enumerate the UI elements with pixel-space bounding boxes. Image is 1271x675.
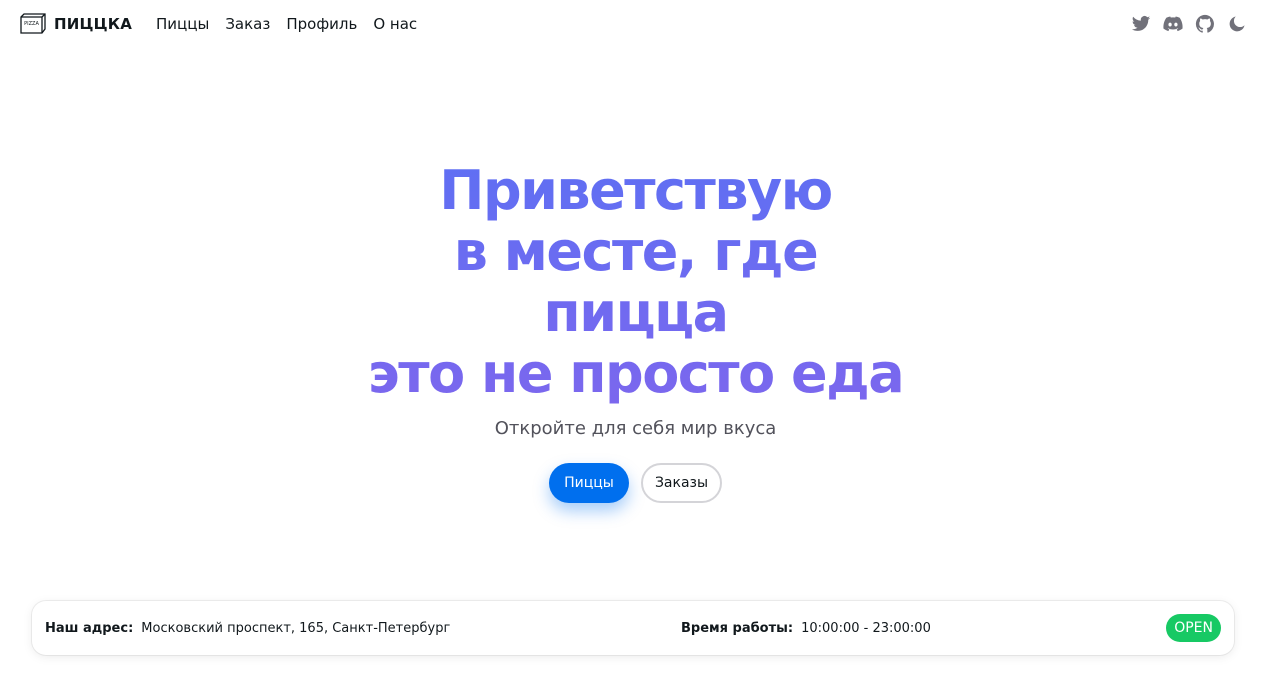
discord-icon[interactable] (1163, 14, 1183, 34)
navbar: PIZZA ПИЦЦКА Пиццы Заказ Профиль О нас (0, 0, 1271, 47)
hero-title: Приветствую в месте, где пицца это не пр… (368, 160, 903, 404)
twitter-icon[interactable] (1131, 14, 1151, 34)
address-value: Московский проспект, 165, Санкт-Петербур… (141, 620, 451, 636)
nav-link-about[interactable]: О нас (373, 15, 417, 33)
hero-title-line: Приветствую (439, 159, 832, 222)
info-card: Наш адрес: Московский проспект, 165, Сан… (32, 601, 1234, 655)
nav-links: Пиццы Заказ Профиль О нас (156, 15, 417, 33)
logo-text: PIZZA (24, 21, 39, 27)
nav-link-order[interactable]: Заказ (225, 15, 270, 33)
hours-value: 10:00:00 - 23:00:00 (801, 620, 931, 636)
hero-subtitle: Откройте для себя мир вкуса (494, 418, 777, 439)
pizza-box-icon: PIZZA (20, 12, 46, 34)
hero-title-line: в месте, где (453, 220, 818, 283)
brand-name[interactable]: ПИЦЦКА (54, 15, 132, 33)
hero-actions: Пиццы Заказы (549, 463, 722, 503)
status-badge: OPEN (1166, 614, 1221, 642)
hours-block: Время работы: 10:00:00 - 23:00:00 (681, 621, 931, 636)
moon-icon[interactable] (1227, 14, 1247, 34)
nav-link-pizzas[interactable]: Пиццы (156, 15, 209, 33)
address-label: Наш адрес: (45, 620, 134, 636)
pizzas-button[interactable]: Пиццы (549, 463, 629, 503)
github-icon[interactable] (1195, 14, 1215, 34)
hero-title-line: пицца (543, 281, 728, 344)
orders-button[interactable]: Заказы (641, 463, 722, 503)
nav-icons (1131, 14, 1253, 34)
hero: Приветствую в месте, где пицца это не пр… (0, 160, 1271, 503)
hours-label: Время работы: (681, 620, 794, 636)
brand[interactable]: PIZZA ПИЦЦКА (18, 12, 132, 35)
hero-title-line: это не просто еда (367, 342, 904, 405)
address-block: Наш адрес: Московский проспект, 165, Сан… (45, 621, 450, 636)
nav-link-profile[interactable]: Профиль (286, 15, 357, 33)
